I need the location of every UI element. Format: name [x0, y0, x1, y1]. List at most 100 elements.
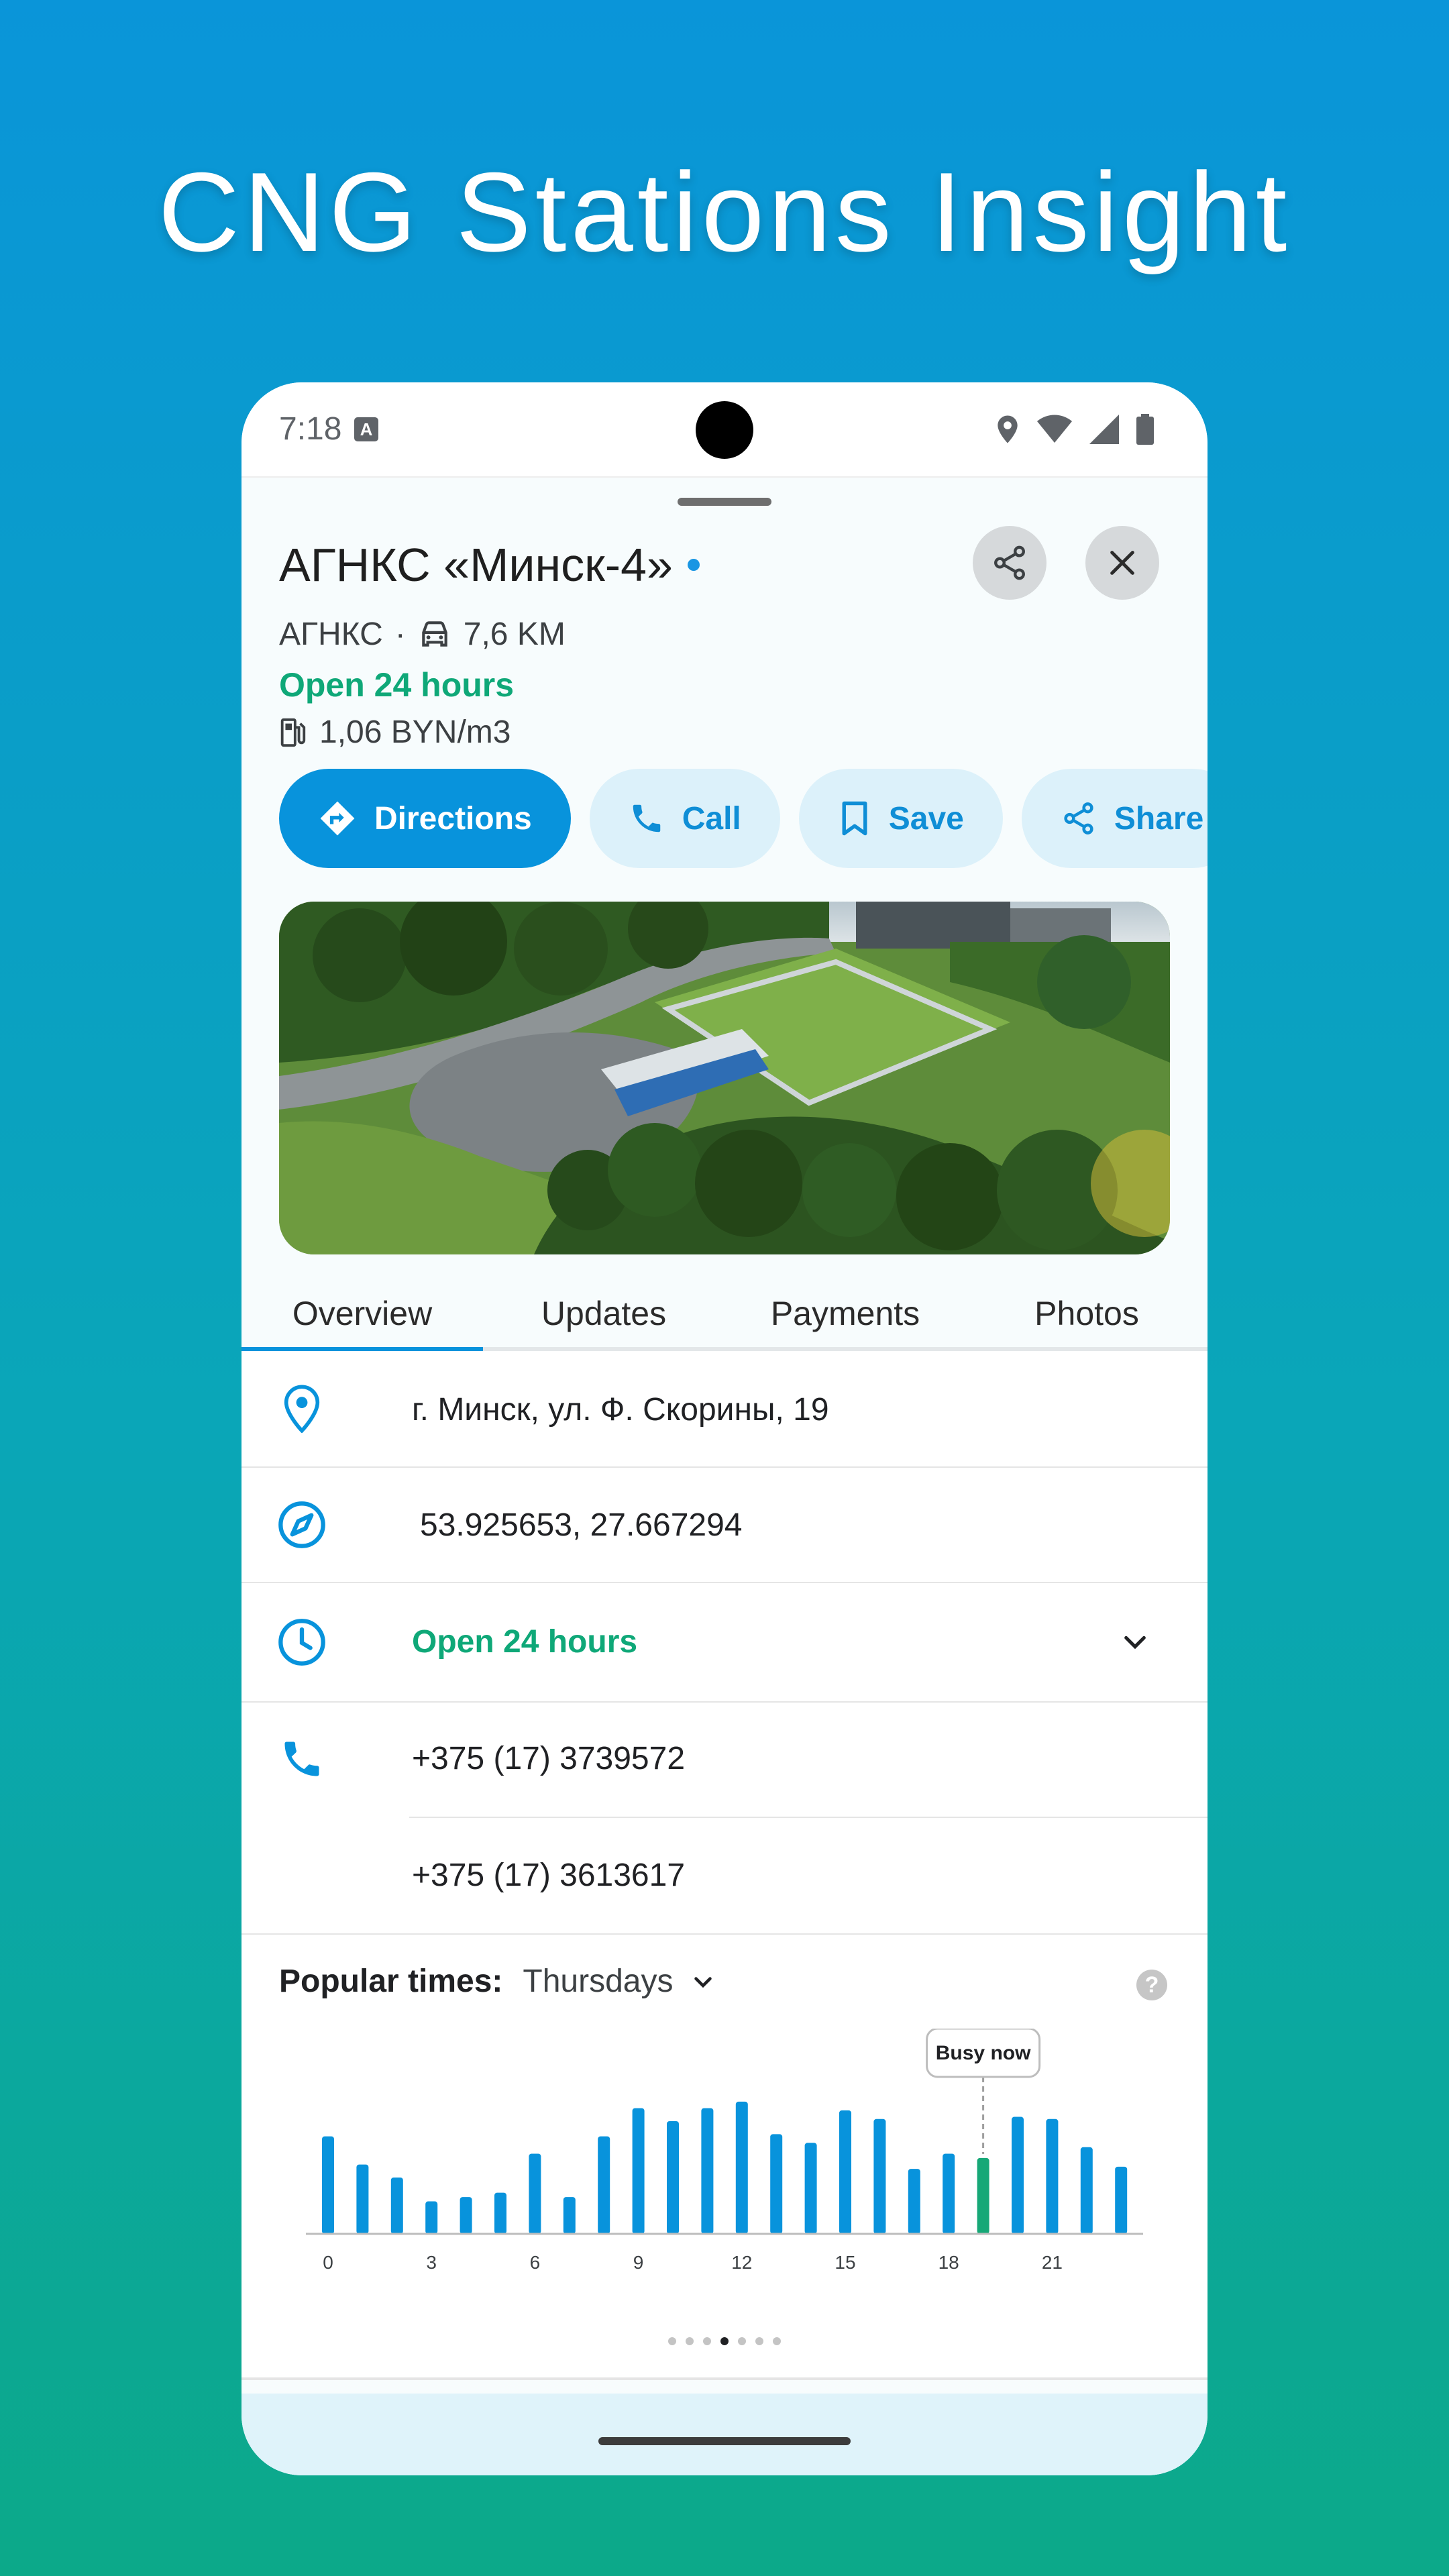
call-button[interactable]: Call	[589, 769, 780, 868]
place-sheet: АГНКС «Минск-4» АГНКС · 7,6 KM Open 24 h…	[241, 478, 1208, 2475]
page-dot[interactable]	[686, 2337, 694, 2345]
bar-hour-5[interactable]	[494, 2192, 506, 2234]
page-dot[interactable]	[703, 2337, 711, 2345]
fuel-pump-icon	[280, 718, 306, 747]
chevron-down-icon[interactable]	[691, 1970, 715, 1994]
tab-overview[interactable]: Overview	[241, 1280, 483, 1351]
bar-hour-4[interactable]	[460, 2197, 472, 2234]
bar-hour-0[interactable]	[322, 2136, 334, 2234]
page-dot[interactable]	[773, 2337, 781, 2345]
phone-number-2[interactable]: +375 (17) 3613617	[412, 1857, 685, 1894]
bar-hour-3[interactable]	[425, 2201, 438, 2234]
share-button[interactable]: Share	[1021, 769, 1208, 868]
hours-row[interactable]: Open 24 hours	[241, 1583, 1208, 1703]
coordinates-text: 53.925653, 27.667294	[420, 1507, 743, 1543]
home-indicator[interactable]	[598, 2437, 851, 2445]
page-dot-active[interactable]	[720, 2337, 729, 2345]
bar-hour-20[interactable]	[1012, 2116, 1024, 2234]
bar-hour-2[interactable]	[390, 2178, 403, 2234]
bar-hour-12[interactable]	[735, 2101, 748, 2234]
phone-number-1[interactable]: +375 (17) 3739572	[412, 1740, 685, 1777]
bar-hour-23[interactable]	[1115, 2166, 1128, 2234]
bar-hour-14[interactable]	[804, 2143, 817, 2234]
bar-hour-17[interactable]	[908, 2169, 920, 2234]
sheet-drag-handle[interactable]	[678, 498, 771, 506]
bar-hour-11[interactable]	[701, 2108, 714, 2234]
bottom-bar	[241, 2394, 1208, 2475]
compass-icon	[275, 1498, 329, 1552]
address-row[interactable]: г. Минск, ул. Ф. Скорины, 19	[241, 1351, 1208, 1468]
signal-icon	[1089, 415, 1119, 444]
x-tick-label: 9	[633, 2252, 644, 2273]
meta-separator: ·	[394, 616, 406, 652]
day-selector[interactable]: Thursdays	[523, 1963, 673, 2000]
popular-times-section: Popular times: Thursdays ? 0 3 6 9 12 15 18 21 …	[241, 1935, 1208, 2380]
pin-icon	[275, 1382, 329, 1436]
directions-button[interactable]: Directions	[279, 769, 571, 868]
phone-icon	[275, 1732, 329, 1786]
status-bar: 7:18 A	[241, 382, 1208, 478]
bar-hour-6[interactable]	[529, 2153, 541, 2234]
x-tick-label: 3	[426, 2252, 437, 2273]
hours-status: Open 24 hours	[279, 666, 515, 704]
directions-icon	[320, 801, 355, 836]
tab-updates[interactable]: Updates	[483, 1280, 724, 1347]
address-text: г. Минск, ул. Ф. Скорины, 19	[412, 1392, 829, 1428]
bar-hour-13[interactable]	[770, 2134, 783, 2234]
bar-hour-21[interactable]	[1046, 2118, 1059, 2234]
x-tick-label: 18	[938, 2252, 959, 2273]
place-distance: 7,6 KM	[463, 616, 566, 652]
x-tick-label: 0	[323, 2252, 333, 2273]
bar-hour-22[interactable]	[1080, 2147, 1093, 2234]
share-label: Share	[1114, 800, 1204, 837]
bookmark-icon	[842, 801, 867, 836]
bar-hour-1[interactable]	[356, 2164, 369, 2234]
coordinates-row[interactable]: 53.925653, 27.667294	[241, 1468, 1208, 1583]
bar-hour-9[interactable]	[632, 2108, 645, 2234]
station-photo[interactable]	[279, 902, 1170, 1254]
call-label: Call	[682, 800, 741, 837]
popular-times-header: Popular times: Thursdays	[279, 1963, 715, 2000]
wifi-icon	[1037, 415, 1072, 443]
bar-hour-18[interactable]	[943, 2153, 955, 2234]
place-meta: АГНКС · 7,6 KM	[279, 616, 566, 653]
bar-hour-16[interactable]	[873, 2118, 886, 2234]
x-tick-label: 15	[835, 2252, 855, 2273]
chevron-down-icon[interactable]	[1108, 1615, 1162, 1669]
tab-payments[interactable]: Payments	[724, 1280, 966, 1347]
bar-hour-7[interactable]	[563, 2197, 576, 2234]
clock-icon	[275, 1615, 329, 1669]
status-dot	[687, 558, 700, 571]
fuel-price-value: 1,06 BYN/m3	[319, 714, 511, 750]
x-tick-label: 21	[1042, 2252, 1063, 2273]
bar-busy-now[interactable]	[977, 2157, 989, 2234]
place-category: АГНКС	[279, 616, 383, 652]
x-tick-label: 6	[530, 2252, 541, 2273]
action-buttons: Directions Call Save Share	[279, 769, 1208, 868]
status-icons	[996, 413, 1154, 445]
close-button[interactable]	[1085, 526, 1159, 600]
place-name: АГНКС «Минск-4»	[279, 539, 673, 591]
popular-times-label: Popular times:	[279, 1964, 503, 1999]
page-dot[interactable]	[668, 2337, 676, 2345]
share-icon	[1064, 802, 1093, 835]
x-tick-label: 12	[731, 2252, 752, 2273]
bar-hour-15[interactable]	[839, 2110, 851, 2234]
tab-bar: Overview Updates Payments Photos	[241, 1280, 1208, 1351]
save-button[interactable]: Save	[798, 769, 1003, 868]
location-icon	[998, 415, 1018, 443]
save-label: Save	[888, 800, 964, 837]
popular-times-chart: 0 3 6 9 12 15 18 21 Busy now	[306, 2029, 1143, 2273]
chart-pagination	[241, 2337, 1208, 2345]
battery-icon	[1136, 414, 1154, 445]
front-camera	[696, 401, 753, 459]
place-title: АГНКС «Минск-4»	[279, 538, 700, 592]
page-dot[interactable]	[738, 2337, 746, 2345]
bar-hour-8[interactable]	[598, 2136, 610, 2234]
close-icon	[1110, 551, 1134, 575]
bar-hour-10[interactable]	[667, 2121, 679, 2234]
help-icon[interactable]: ?	[1136, 1970, 1167, 2000]
tab-photos[interactable]: Photos	[966, 1280, 1208, 1347]
page-dot[interactable]	[755, 2337, 763, 2345]
share-round-button[interactable]	[973, 526, 1046, 600]
